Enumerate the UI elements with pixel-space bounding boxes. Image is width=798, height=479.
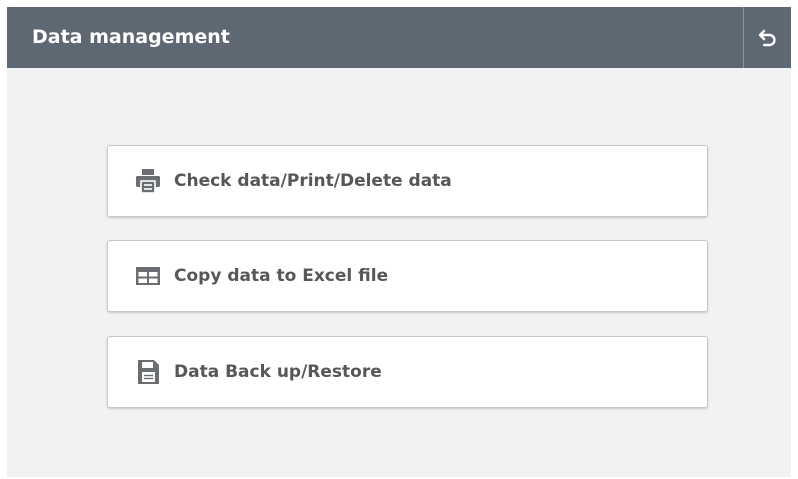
page-title: Data management — [32, 26, 230, 48]
copy-to-excel-button[interactable]: Copy data to Excel file — [107, 240, 708, 312]
backup-restore-label: Data Back up/Restore — [174, 362, 382, 382]
undo-arrow-icon — [758, 29, 776, 46]
backup-restore-button[interactable]: Data Back up/Restore — [107, 336, 708, 408]
save-file-icon — [133, 357, 163, 387]
check-print-delete-button[interactable]: Check data/Print/Delete data — [107, 145, 708, 217]
title-bar: Data management — [7, 7, 791, 68]
check-print-delete-label: Check data/Print/Delete data — [174, 171, 452, 191]
menu-area: Check data/Print/Delete data Copy data t… — [7, 68, 791, 477]
table-icon — [133, 261, 163, 291]
back-button[interactable] — [743, 7, 791, 68]
copy-to-excel-label: Copy data to Excel file — [174, 266, 389, 286]
app-screen: Data management Check data/Print/Delete … — [7, 7, 791, 477]
printer-icon — [133, 166, 163, 196]
